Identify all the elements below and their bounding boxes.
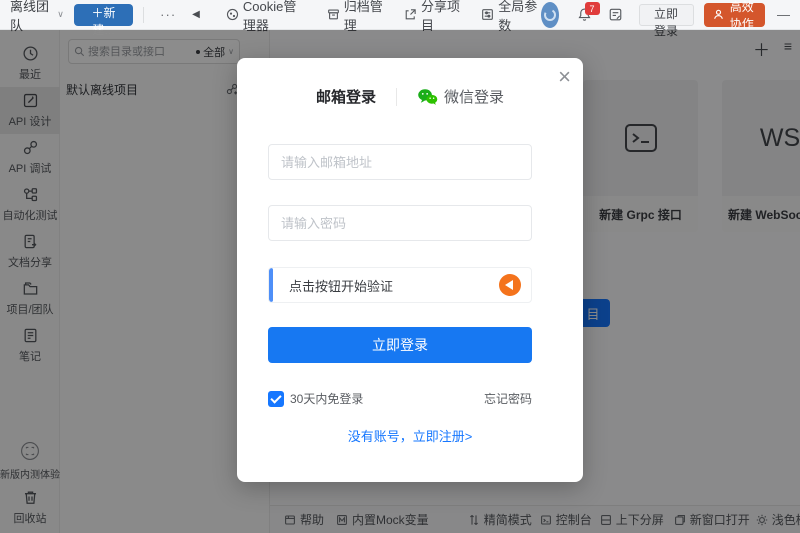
divider [396, 88, 397, 106]
register-link[interactable]: 没有账号，立即注册> [237, 426, 583, 445]
tab-label: 邮箱登录 [316, 86, 376, 107]
menu-share-project[interactable]: 分享项目 [404, 0, 463, 34]
feedback-note-icon[interactable] [608, 7, 623, 22]
tab-email-login[interactable]: 邮箱登录 [316, 86, 376, 107]
tab-label: 微信登录 [444, 86, 504, 107]
collab-label: 高效协作 [728, 0, 756, 32]
captcha-button[interactable]: 点击按钮开始验证 [268, 267, 532, 303]
cookie-icon [226, 8, 239, 21]
remember-row: 30天内免登录 忘记密码 [268, 390, 532, 407]
minimize-button[interactable]: — [777, 7, 790, 22]
login-tabs: 邮箱登录 微信登录 [237, 86, 583, 107]
collaboration-button[interactable]: 高效协作 [704, 3, 765, 27]
password-field[interactable] [268, 205, 532, 241]
chevron-down-icon: ∨ [57, 9, 64, 20]
wechat-icon [417, 88, 438, 106]
close-icon[interactable]: × [558, 66, 571, 88]
menu-label: 全局参数 [498, 0, 540, 34]
avatar[interactable] [541, 2, 559, 28]
app-header: 离线团队 ∨ ＋新建... ··· ◀ Cookie管理器 归档管理 分享项目 … [0, 0, 800, 30]
collapse-left-icon[interactable]: ◀ [184, 9, 208, 20]
menu-label: Cookie管理器 [243, 0, 309, 34]
email-field[interactable] [268, 144, 532, 180]
params-icon [481, 8, 494, 21]
person-icon [713, 9, 724, 20]
menu-label: 归档管理 [344, 0, 386, 34]
remember-checkbox[interactable] [268, 391, 284, 407]
header-login-button[interactable]: 立即登录 [639, 4, 694, 26]
captcha-accent-bar [269, 268, 273, 302]
forgot-password-link[interactable]: 忘记密码 [484, 390, 532, 407]
menu-archive-manager[interactable]: 归档管理 [327, 0, 386, 34]
divider [143, 7, 144, 23]
login-modal: × 邮箱登录 微信登录 点击按钮开始验证 立即登录 30天内免登录 忘记密码 没… [237, 58, 583, 482]
menu-global-params[interactable]: 全局参数 [481, 0, 540, 34]
sync-spinner-icon [542, 7, 558, 23]
notifications-button[interactable]: 7 [577, 7, 592, 22]
menu-label: 分享项目 [421, 0, 463, 34]
archive-icon [327, 8, 340, 21]
more-menu-button[interactable]: ··· [152, 7, 184, 22]
remember-label: 30天内免登录 [290, 390, 363, 407]
menu-cookie-manager[interactable]: Cookie管理器 [226, 0, 309, 34]
captcha-label: 点击按钮开始验证 [289, 276, 393, 295]
share-icon [404, 8, 417, 21]
notification-badge: 7 [585, 2, 600, 15]
team-switcher[interactable]: 离线团队 ∨ [10, 0, 64, 34]
captcha-logo-icon [499, 274, 521, 296]
tab-wechat-login[interactable]: 微信登录 [417, 86, 504, 107]
team-name: 离线团队 [10, 0, 53, 34]
new-button[interactable]: ＋新建... [74, 4, 134, 26]
login-submit-button[interactable]: 立即登录 [268, 327, 532, 363]
